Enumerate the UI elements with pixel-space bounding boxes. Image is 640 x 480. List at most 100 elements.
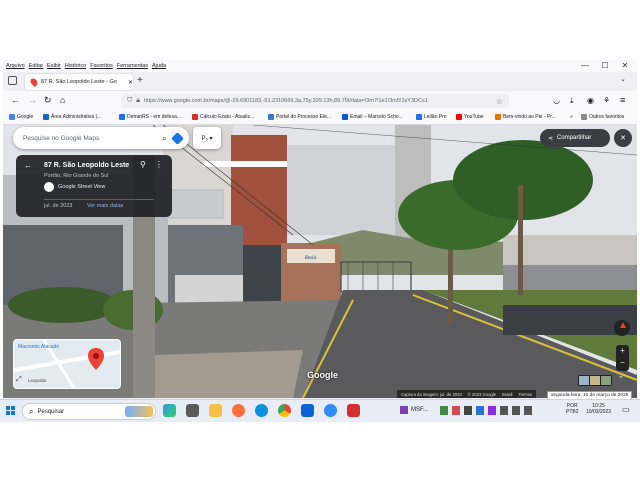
menu-file[interactable]: Arquivo: [6, 63, 25, 69]
google-logo: Google: [307, 370, 338, 380]
reload-icon[interactable]: ↻: [44, 95, 52, 106]
menu-history[interactable]: Histórico: [65, 63, 86, 69]
language-indicator[interactable]: POR PTB2: [566, 403, 579, 415]
clock[interactable]: 10:25 10/03/2023: [586, 403, 611, 415]
search-box[interactable]: Pesquise no Google Maps ⌕: [13, 127, 189, 149]
tray-icon[interactable]: [488, 406, 496, 415]
directions-icon[interactable]: [171, 131, 184, 145]
lang-label-2: PTB2: [566, 409, 579, 415]
clock-date: 10/03/2023: [586, 409, 612, 415]
bookmark-label: Bem-vindo ao Pie - Pr...: [503, 114, 556, 120]
notifications-icon[interactable]: ▭: [622, 405, 630, 414]
forward-icon[interactable]: →: [28, 95, 37, 105]
lock-icon[interactable]: 🔒︎: [136, 97, 140, 105]
tray-icon[interactable]: [476, 406, 484, 415]
extensions-icon[interactable]: ⚘: [603, 96, 610, 105]
bookmark-item[interactable]: Bem-vindo ao Pie - Pr...: [495, 114, 556, 120]
tray-icon[interactable]: [440, 406, 448, 415]
search-icon[interactable]: ⌕: [162, 133, 167, 144]
bookmark-label: DetranRS - em defesa...: [127, 114, 181, 120]
zoom-icon[interactable]: [324, 404, 337, 417]
outlook-icon[interactable]: [301, 404, 314, 417]
bookmark-item[interactable]: Área Administrativa |...: [43, 114, 101, 120]
menu-bookmarks[interactable]: Favoritos: [90, 63, 113, 69]
layers-dropdown[interactable]: P₅ ▾: [193, 127, 221, 149]
search-icon: ⌕: [29, 406, 34, 416]
widgets-icon[interactable]: [163, 404, 176, 417]
firefox-icon[interactable]: [232, 404, 245, 417]
search-input[interactable]: Pesquise no Google Maps: [23, 135, 99, 142]
close-streetview-icon[interactable]: ✕: [614, 129, 632, 147]
more-options-icon[interactable]: ⋮: [155, 160, 163, 169]
expand-map-icon[interactable]: ⤢: [16, 376, 22, 384]
expand-up-icon[interactable]: ⌃: [618, 375, 624, 383]
bookmark-item[interactable]: YouTube: [456, 114, 484, 120]
menu-hamburger-icon[interactable]: ≡: [620, 95, 625, 105]
account-icon[interactable]: ◉: [587, 96, 594, 105]
menu-tools[interactable]: Ferramentas: [117, 63, 148, 69]
bookmark-item[interactable]: Google: [9, 114, 33, 120]
layers-icon: P₅ ▾: [201, 135, 213, 142]
tray-icon[interactable]: [464, 406, 472, 415]
pocket-icon[interactable]: ◡: [553, 96, 560, 105]
windows-start-icon[interactable]: [6, 406, 15, 415]
photo-strip[interactable]: [578, 375, 612, 386]
place-subtitle: Portão, Rio Grande do Sul: [44, 173, 109, 179]
close-window-icon[interactable]: ✕: [615, 61, 635, 70]
maps-favicon-icon: [29, 77, 39, 87]
taskbar-app[interactable]: MSF...: [400, 406, 428, 414]
menu-bar: Arquivo Editar Exibir Histórico Favorito…: [3, 60, 637, 72]
bookmark-item[interactable]: Leilão Pro: [416, 114, 447, 120]
bookmark-item[interactable]: DetranRS - em defesa...: [119, 114, 181, 120]
tab-active[interactable]: 87 R. São Leopoldo Leste - Go ✕: [25, 74, 133, 90]
terms-link[interactable]: Termos: [518, 392, 532, 397]
location-pin-icon[interactable]: ⚲: [140, 160, 146, 169]
new-tab-icon[interactable]: +: [137, 75, 143, 86]
other-bookmarks-label: Outros favoritos: [589, 114, 625, 120]
compass-icon[interactable]: [614, 320, 630, 336]
list-tabs-icon[interactable]: ⌄: [620, 75, 626, 83]
back-icon[interactable]: ←: [11, 95, 20, 105]
back-arrow-icon[interactable]: ←: [24, 161, 32, 170]
capture-date: jul. de 2023: [44, 203, 73, 209]
bookmark-item[interactable]: Portal do Processo Ele...: [268, 114, 331, 120]
country-label[interactable]: Brasil: [502, 392, 512, 397]
bookmark-item[interactable]: Cálculo Exato - Atualiz...: [192, 114, 254, 120]
bookmark-star-icon[interactable]: ☆: [496, 97, 503, 106]
minimize-icon[interactable]: —: [575, 61, 595, 70]
battery-icon[interactable]: [524, 406, 532, 415]
file-explorer-icon[interactable]: [209, 404, 222, 417]
menu-edit[interactable]: Editar: [29, 63, 43, 69]
tab-overview-icon[interactable]: [8, 76, 17, 85]
menu-view[interactable]: Exibir: [47, 63, 61, 69]
tray-icon[interactable]: [452, 406, 460, 415]
share-button[interactable]: ⋖ Compartilhar: [540, 129, 610, 147]
place-title: 87 R. São Leopoldo Leste: [44, 162, 130, 169]
zoom-out-icon[interactable]: −: [616, 357, 629, 369]
url-text[interactable]: https://www.google.com.br/maps/@-29.6901…: [144, 98, 474, 104]
task-view-icon[interactable]: [186, 404, 199, 417]
street-view[interactable]: Resid. Pesquise no Google Maps ⌕ P₅ ▾ ⋖ …: [3, 125, 637, 398]
more-dates-link[interactable]: Ver mais datas: [87, 203, 123, 209]
wifi-icon[interactable]: [500, 406, 508, 415]
volume-icon[interactable]: [512, 406, 520, 415]
edge-icon[interactable]: [255, 404, 268, 417]
url-bar[interactable]: ⛉ 🔒︎ https://www.google.com.br/maps/@-29…: [121, 94, 509, 108]
zoom-in-icon[interactable]: +: [616, 345, 629, 357]
other-bookmarks[interactable]: Outros favoritos: [581, 114, 624, 120]
menu-help[interactable]: Ajuda: [152, 63, 166, 69]
minimap[interactable]: Macromix Atacado Leopoldo ⤢: [13, 339, 121, 389]
taskbar-search[interactable]: ⌕ Pesquisar: [22, 403, 156, 420]
downloads-icon[interactable]: ⤓: [570, 96, 574, 106]
bookmark-item[interactable]: Email – Marcelo Scho...: [342, 114, 403, 120]
minimap-street-label: Leopoldo: [28, 378, 47, 383]
bookmarks-overflow-icon[interactable]: »: [570, 114, 573, 120]
shield-icon[interactable]: ⛉: [127, 97, 132, 105]
close-tab-icon[interactable]: ✕: [128, 79, 133, 86]
folder-icon: [581, 114, 587, 120]
app-icon[interactable]: [347, 404, 360, 417]
chrome-icon[interactable]: [278, 404, 291, 417]
home-icon[interactable]: ⌂: [60, 95, 65, 105]
tab-title: 87 R. São Leopoldo Leste - Go: [41, 79, 117, 85]
maximize-icon[interactable]: ☐: [595, 61, 615, 70]
